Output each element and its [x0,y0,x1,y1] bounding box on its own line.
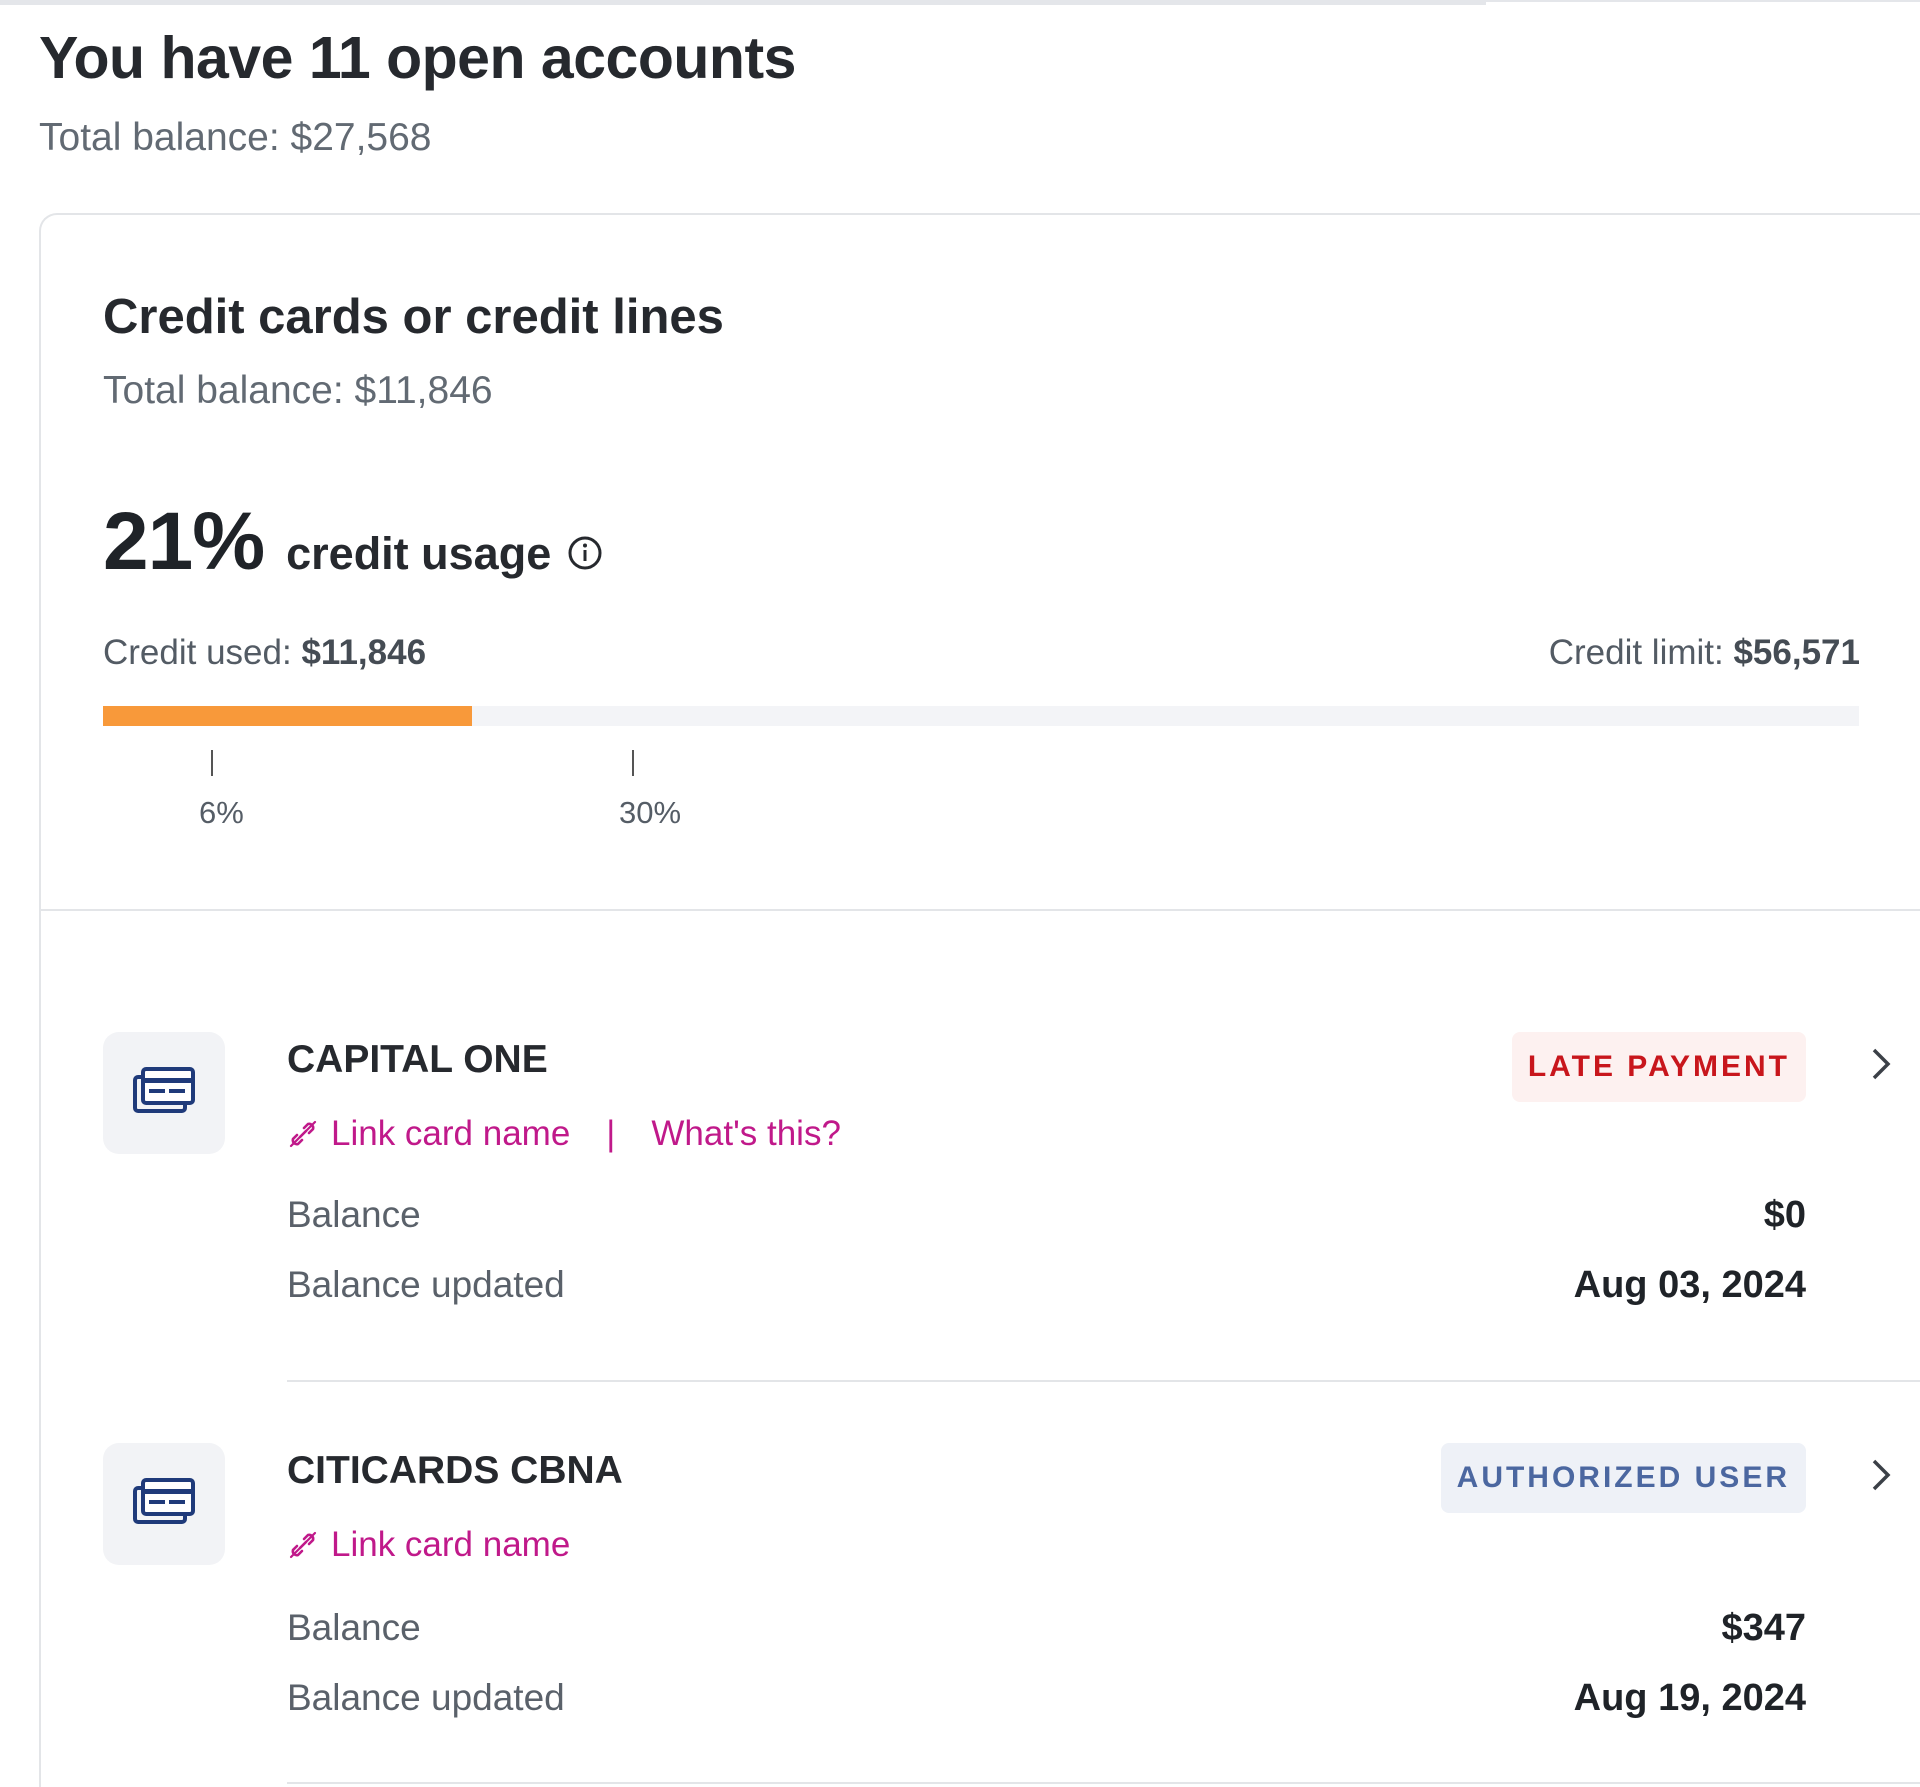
page: You have 11 open accounts Total balance:… [0,0,1920,1787]
credit-usage-bar-fill [103,706,472,726]
credit-usage-row: 21% credit usage [103,495,603,589]
section-divider [41,909,1920,911]
credit-cards-card: Credit cards or credit lines Total balan… [39,213,1920,1787]
section-total-balance: Total balance: $11,846 [103,369,493,412]
balance-updated-value: Aug 19, 2024 [1573,1677,1806,1719]
marker-tick-30 [632,750,634,776]
page-title: You have 11 open accounts [39,25,796,91]
balance-label: Balance [287,1194,421,1235]
total-balance: Total balance: $27,568 [39,116,432,159]
balance-value: $0 [1763,1194,1806,1236]
row-divider [287,1782,1920,1784]
account-name: CAPITAL ONE [287,1038,548,1081]
chevron-right-icon[interactable] [1864,1455,1898,1495]
account-row[interactable]: CITICARDS CBNA AUTHORIZED USER Link card… [103,1443,1898,1743]
balance-updated-label: Balance updated [287,1677,565,1718]
whats-this-link[interactable]: What's this? [651,1114,841,1154]
credit-used-label: Credit used: [103,633,292,672]
marker-tick-6 [211,750,213,776]
status-badge: AUTHORIZED USER [1440,1443,1806,1513]
section-title: Credit cards or credit lines [103,290,724,344]
credit-limit-label: Credit limit: [1548,633,1724,672]
balance-value: $347 [1721,1607,1806,1649]
credit-used: Credit used: $11,846 [103,633,426,673]
chevron-right-icon[interactable] [1864,1044,1898,1084]
link-row: Link card name [287,1525,570,1565]
row-divider [287,1380,1920,1382]
link-row: Link card name | What's this? [287,1114,841,1154]
credit-used-value: $11,846 [301,633,427,672]
link-separator: | [606,1114,616,1153]
credit-usage-label: credit usage [286,528,552,579]
status-badge: LATE PAYMENT [1511,1032,1806,1102]
credit-usage-percent: 21% [103,496,265,587]
marker-label-30: 30% [619,795,682,830]
credit-card-icon [103,1443,225,1565]
credit-limit-value: $56,571 [1733,633,1860,672]
balance-updated-value: Aug 03, 2024 [1573,1264,1806,1306]
info-icon[interactable] [567,535,603,571]
top-divider-right [1486,0,1920,2]
account-row[interactable]: CAPITAL ONE LATE PAYMENT Link card name … [103,1032,1898,1372]
credit-card-icon [103,1032,225,1154]
marker-label-6: 6% [199,795,244,830]
top-divider [0,0,1486,5]
balance-updated-label: Balance updated [287,1264,565,1305]
credit-limit: Credit limit: $56,571 [1549,633,1860,673]
account-name: CITICARDS CBNA [287,1449,623,1492]
link-card-name-link[interactable]: Link card name [331,1114,570,1154]
balance-label: Balance [287,1607,421,1648]
credit-usage-bar [103,706,1859,726]
link-icon [289,1120,317,1148]
link-card-name-link[interactable]: Link card name [331,1525,570,1565]
link-icon [289,1531,317,1559]
